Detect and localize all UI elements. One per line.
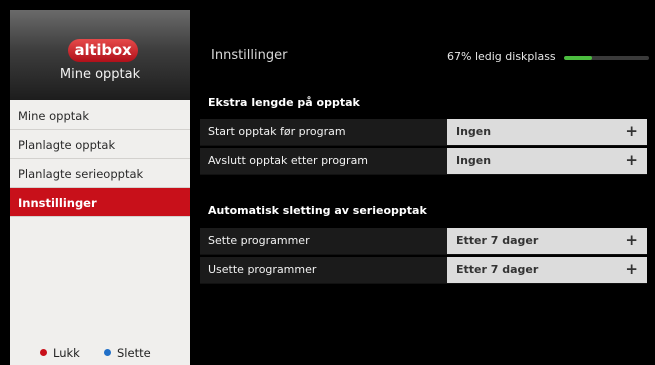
sidebar-item-label: Innstillinger [18, 196, 97, 210]
red-dot-icon [40, 349, 47, 356]
brand-subtitle: Mine opptak [59, 67, 141, 82]
section-heading-auto-delete: Automatisk sletting av serieopptak [208, 204, 427, 217]
legend-delete[interactable]: Slette [104, 346, 151, 360]
legend-close[interactable]: Lukk [40, 346, 80, 360]
sidebar-item-label: Planlagte opptak [18, 138, 116, 152]
altibox-logo: altibox [68, 39, 138, 62]
setting-value-selector[interactable]: Etter 7 dager + [447, 228, 647, 254]
setting-value-selector[interactable]: Etter 7 dager + [447, 257, 647, 283]
setting-value: Etter 7 dager [456, 263, 539, 276]
setting-label: Start opptak før program [208, 125, 346, 138]
setting-value-selector[interactable]: Ingen + [447, 148, 647, 174]
sidebar-item-innstillinger[interactable]: Innstillinger [10, 188, 190, 217]
setting-row-end-after[interactable]: Avslutt opptak etter program Ingen + [200, 148, 647, 175]
sidebar: altibox Mine opptak Mine opptak Planlagt… [10, 10, 190, 365]
app-frame: altibox Mine opptak Mine opptak Planlagt… [10, 10, 649, 365]
button-legend: Lukk Slette [10, 342, 190, 365]
section-heading-extra-length: Ekstra lengde på opptak [208, 96, 360, 109]
setting-label: Avslutt opptak etter program [208, 154, 369, 167]
sidebar-item-planlagte-opptak[interactable]: Planlagte opptak [10, 130, 190, 159]
disk-space-text: 67% ledig diskplass [447, 50, 556, 63]
setting-label: Sette programmer [208, 234, 310, 247]
disk-space-fill [564, 56, 593, 60]
sidebar-item-label: Planlagte serieopptak [18, 167, 144, 181]
plus-icon[interactable]: + [625, 151, 638, 169]
sidebar-nav: Mine opptak Planlagte opptak Planlagte s… [10, 101, 190, 217]
page-title: Innstillinger [211, 48, 288, 63]
plus-icon[interactable]: + [625, 122, 638, 140]
legend-delete-label: Slette [117, 346, 151, 360]
setting-value: Ingen [456, 125, 492, 138]
legend-close-label: Lukk [53, 346, 80, 360]
sidebar-item-mine-opptak[interactable]: Mine opptak [10, 101, 190, 130]
plus-icon[interactable]: + [625, 231, 638, 249]
setting-value: Etter 7 dager [456, 234, 539, 247]
setting-value: Ingen [456, 154, 492, 167]
setting-label: Usette programmer [208, 263, 317, 276]
setting-row-watched[interactable]: Sette programmer Etter 7 dager + [200, 228, 647, 255]
brand-header: altibox Mine opptak [10, 10, 190, 100]
setting-row-start-before[interactable]: Start opptak før program Ingen + [200, 119, 647, 146]
disk-space-bar [564, 56, 649, 60]
sidebar-item-label: Mine opptak [18, 109, 89, 123]
sidebar-item-planlagte-serieopptak[interactable]: Planlagte serieopptak [10, 159, 190, 188]
setting-value-selector[interactable]: Ingen + [447, 119, 647, 145]
blue-dot-icon [104, 349, 111, 356]
plus-icon[interactable]: + [625, 260, 638, 278]
setting-row-unwatched[interactable]: Usette programmer Etter 7 dager + [200, 257, 647, 284]
